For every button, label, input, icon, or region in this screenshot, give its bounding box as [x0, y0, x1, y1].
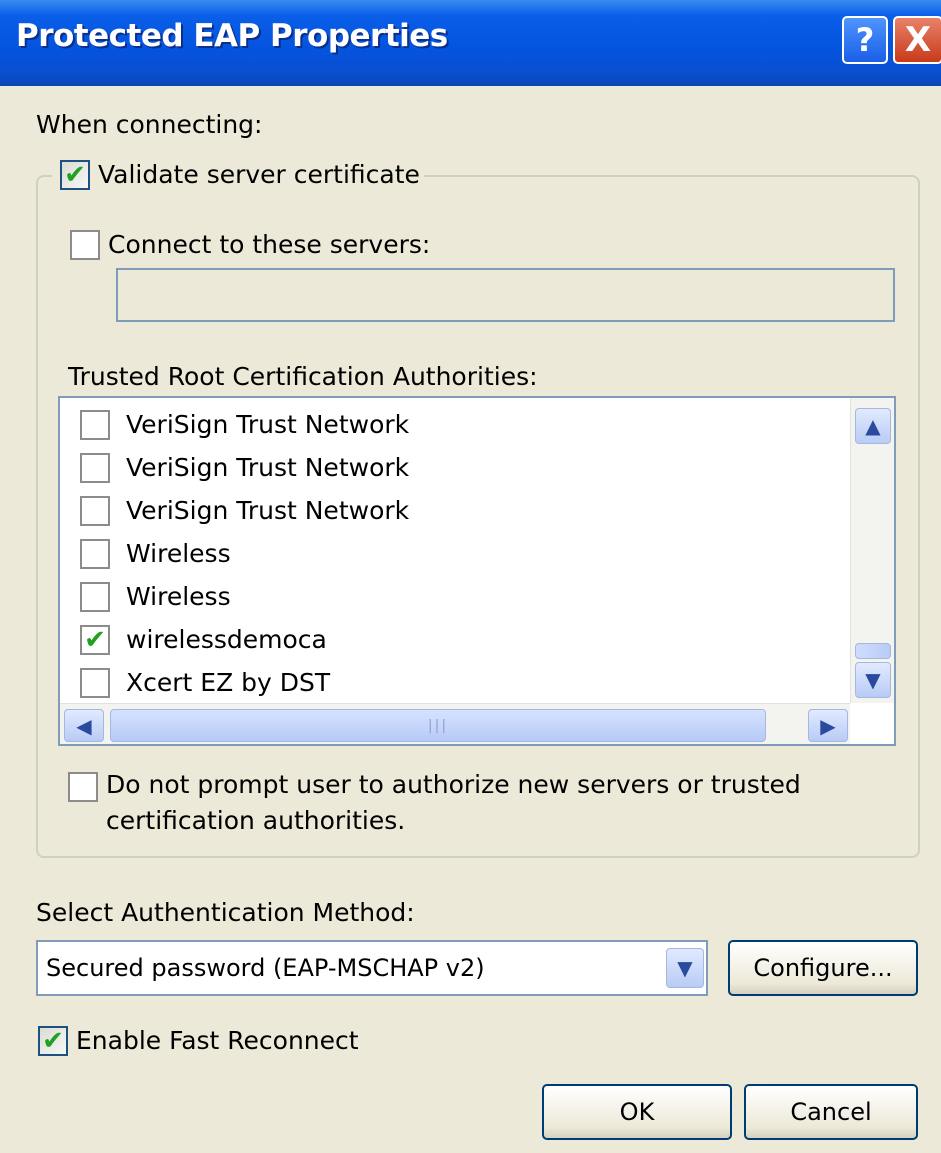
scroll-left-button[interactable]: ◀ [64, 709, 104, 742]
chevron-up-icon: ▲ [865, 414, 881, 438]
ok-button[interactable]: OK [542, 1084, 732, 1140]
horizontal-scroll-thumb[interactable]: ||| [110, 709, 766, 742]
chevron-down-icon: ▼ [865, 668, 881, 692]
close-icon: X [904, 20, 932, 60]
auth-method-value: Secured password (EAP-MSCHAP v2) [46, 954, 485, 982]
chevron-right-icon: ▶ [820, 713, 836, 738]
ca-checkbox[interactable] [80, 668, 110, 698]
ca-label: VeriSign Trust Network [126, 453, 410, 482]
trusted-root-label: Trusted Root Certification Authorities: [68, 362, 538, 391]
help-button[interactable]: ? [842, 16, 888, 64]
close-button[interactable]: X [893, 16, 941, 64]
check-icon: ✔ [84, 625, 106, 655]
vertical-scrollbar[interactable]: ▲ ▼ [850, 398, 894, 703]
connect-to-servers-checkbox[interactable] [70, 230, 100, 260]
check-icon: ✔ [42, 1026, 64, 1056]
title-bar[interactable]: Protected EAP Properties ? X [0, 0, 941, 86]
ca-label: Wireless [126, 582, 231, 611]
ca-checkbox[interactable] [80, 453, 110, 483]
validate-server-label[interactable]: Validate server certificate [98, 160, 420, 189]
grip-icon: ||| [427, 717, 449, 734]
dialog-window: Protected EAP Properties ? X When connec… [0, 0, 941, 1153]
scroll-down-button[interactable]: ▼ [855, 662, 891, 698]
vertical-scroll-thumb[interactable] [855, 643, 891, 659]
do-not-prompt-label-line1[interactable]: Do not prompt user to authorize new serv… [106, 770, 801, 799]
scroll-up-button[interactable]: ▲ [855, 408, 891, 444]
ca-label: Xcert EZ by DST [126, 668, 331, 697]
cancel-button[interactable]: Cancel [744, 1084, 918, 1140]
check-icon: ✔ [64, 160, 86, 190]
list-item[interactable]: VeriSign Trust Network [60, 447, 850, 489]
ca-checkbox[interactable]: ✔ [80, 625, 110, 655]
servers-input[interactable] [116, 268, 895, 322]
window-title: Protected EAP Properties [16, 18, 448, 54]
ca-checkbox[interactable] [80, 539, 110, 569]
enable-fast-reconnect-checkbox[interactable]: ✔ [38, 1026, 68, 1056]
help-icon: ? [855, 21, 875, 59]
auth-method-select[interactable]: Secured password (EAP-MSCHAP v2) ▼ [36, 940, 708, 996]
list-item[interactable]: Wireless [60, 533, 850, 575]
scroll-right-button[interactable]: ▶ [808, 709, 848, 742]
list-item[interactable]: ✔ wirelessdemoca [60, 619, 850, 661]
ca-checkbox[interactable] [80, 410, 110, 440]
ca-label: wirelessdemoca [126, 625, 327, 654]
ca-label: VeriSign Trust Network [126, 410, 410, 439]
auth-method-dropdown-button[interactable]: ▼ [666, 948, 704, 988]
horizontal-scrollbar[interactable]: ◀ ||| ▶ [60, 703, 850, 744]
list-item[interactable]: VeriSign Trust Network [60, 404, 850, 446]
ca-label: Wireless [126, 539, 231, 568]
ca-listbox[interactable]: VeriSign Trust Network VeriSign Trust Ne… [58, 396, 896, 746]
connect-to-servers-label[interactable]: Connect to these servers: [108, 230, 430, 259]
list-item[interactable]: Wireless [60, 576, 850, 618]
do-not-prompt-label-line2[interactable]: certification authorities. [106, 806, 405, 835]
chevron-down-icon: ▼ [677, 956, 693, 980]
ca-label: VeriSign Trust Network [126, 496, 410, 525]
enable-fast-reconnect-label[interactable]: Enable Fast Reconnect [76, 1026, 359, 1055]
validate-server-checkbox[interactable]: ✔ [60, 160, 90, 190]
do-not-prompt-checkbox[interactable] [68, 772, 98, 802]
list-item[interactable]: Xcert EZ by DST [60, 662, 850, 704]
when-connecting-label: When connecting: [36, 110, 263, 139]
select-auth-method-label: Select Authentication Method: [36, 898, 415, 927]
chevron-left-icon: ◀ [76, 713, 92, 738]
ca-checkbox[interactable] [80, 496, 110, 526]
ca-checkbox[interactable] [80, 582, 110, 612]
configure-button[interactable]: Configure... [728, 940, 918, 996]
list-item[interactable]: VeriSign Trust Network [60, 490, 850, 532]
